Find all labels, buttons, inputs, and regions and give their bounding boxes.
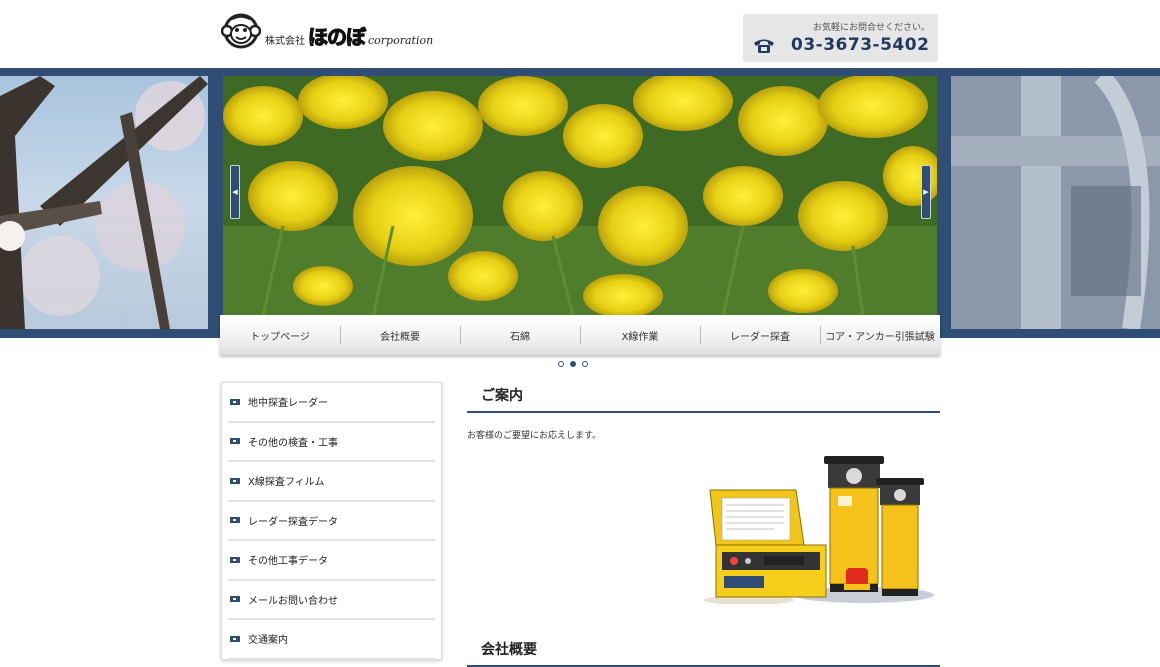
slider-pagination <box>558 361 588 367</box>
phone-contact-box: お気軽にお問合せください。 03-3673-5402 <box>743 14 938 62</box>
phone-note: お気軽にお問合せください。 <box>812 23 930 33</box>
logo-corporation: corporation <box>368 34 434 47</box>
sidebar-item-access[interactable]: 交通案内 <box>228 620 435 660</box>
nav-item-radar[interactable]: レーダー探査 <box>700 315 820 355</box>
slide-image-cherry-blossom <box>0 76 208 329</box>
bullet-icon <box>230 596 240 603</box>
sidebar-item-ground-radar[interactable]: 地中探査レーダー <box>228 383 435 423</box>
section-heading-company: 会社概要 <box>467 632 940 667</box>
sidebar-item-label: 地中探査レーダー <box>248 398 328 410</box>
slider-dot-3[interactable] <box>582 361 588 367</box>
sidebar-item-other-inspection[interactable]: その他の検査・工事 <box>228 423 435 462</box>
section-title-company: 会社概要 <box>481 642 537 658</box>
sidebar-item-radar-data[interactable]: レーダー探査データ <box>228 502 435 541</box>
sidebar-item-label: X線探査フィルム <box>248 477 325 489</box>
bullet-icon <box>230 635 240 642</box>
bullet-icon <box>230 477 240 484</box>
sidebar-item-label: その他の検査・工事 <box>248 437 338 449</box>
nav-item-company[interactable]: 会社概要 <box>340 315 460 355</box>
company-logo[interactable]: 株式会社 ほのぼ corporation <box>221 12 433 50</box>
main-navigation: トップページ 会社概要 石綿 X線作業 レーダー探査 コア・アンカー引張試験 <box>220 315 940 355</box>
chevron-left-icon: ◀ <box>232 188 238 196</box>
slide-image-pipe <box>951 76 1160 329</box>
telephone-icon <box>754 39 774 53</box>
bullet-icon <box>230 438 240 445</box>
section-title-guide: ご案内 <box>481 388 523 404</box>
slider-dot-2[interactable] <box>570 361 576 367</box>
sidebar-item-label: 交通案内 <box>248 635 288 647</box>
chevron-right-icon: ▶ <box>923 188 929 196</box>
monkey-logo-icon <box>221 13 261 49</box>
slider-dot-1[interactable] <box>558 361 564 367</box>
sidebar-item-mail-contact[interactable]: メールお問い合わせ <box>228 581 435 620</box>
slide-image-rapeseed-flowers <box>223 76 937 316</box>
sidebar-menu: 地中探査レーダー その他の検査・工事 X線探査フィルム レーダー探査データ その… <box>221 382 442 660</box>
nav-item-anchor-test[interactable]: コア・アンカー引張試験 <box>820 315 940 355</box>
slider-prev-button[interactable]: ◀ <box>230 165 240 219</box>
sidebar-item-label: レーダー探査データ <box>248 516 338 528</box>
sidebar-item-other-work-data[interactable]: その他工事データ <box>228 541 435 581</box>
slider-next-button[interactable]: ▶ <box>921 165 931 219</box>
phone-number[interactable]: 03-3673-5402 <box>791 35 929 55</box>
nav-item-xray[interactable]: X線作業 <box>580 315 700 355</box>
nav-item-top[interactable]: トップページ <box>220 315 340 355</box>
logo-prefix: 株式会社 <box>265 36 305 47</box>
section-heading-guide: ご案内 <box>467 378 940 413</box>
bullet-icon <box>230 517 240 524</box>
sidebar-item-xray-film[interactable]: X線探査フィルム <box>228 462 435 502</box>
bullet-icon <box>230 398 240 405</box>
product-image-xray-equipment <box>704 450 940 605</box>
sidebar-item-label: その他工事データ <box>248 556 328 568</box>
logo-brand-name: ほのぼ <box>307 25 366 49</box>
bullet-icon <box>230 556 240 563</box>
nav-item-asbestos[interactable]: 石綿 <box>460 315 580 355</box>
header: 株式会社 ほのぼ corporation お気軽にお問合せください。 03-36… <box>0 0 1160 68</box>
intro-text: お客様のご要望にお応えします。 <box>467 431 602 441</box>
sidebar-item-label: メールお問い合わせ <box>248 595 338 607</box>
